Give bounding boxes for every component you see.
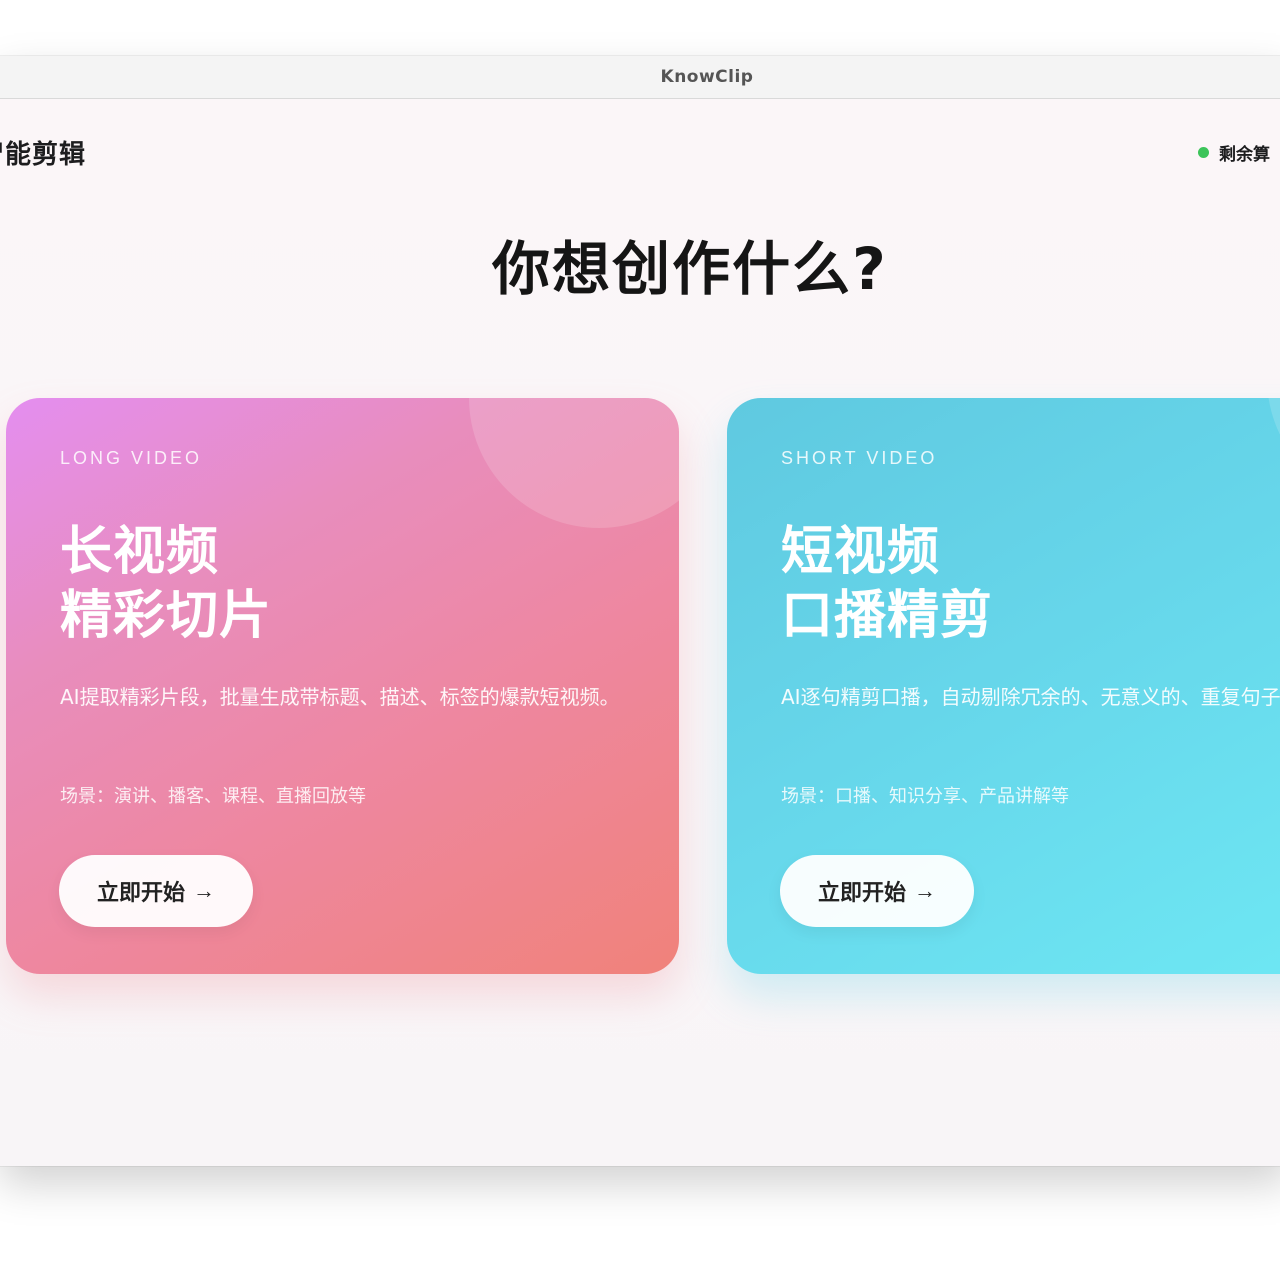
long-video-card[interactable]: LONG VIDEO 长视频 精彩切片 AI提取精彩片段，批量生成带标题、描述、… <box>6 398 679 974</box>
page-headline: 你想创作什么? <box>492 235 888 303</box>
card-title-line: 短视频 <box>781 522 941 582</box>
decorative-circle <box>1267 398 1280 508</box>
app-window: KnowClip 智能剪辑 剩余算 你想创作什么? LONG VIDEO 长视频… <box>0 56 1280 1166</box>
credits-label: 剩余算 <box>1219 145 1270 165</box>
short-video-card[interactable]: SHORT VIDEO 短视频 口播精剪 AI逐句精剪口播，自动剔除冗余的、无意… <box>727 398 1280 974</box>
card-title-line: 精彩切片 <box>60 586 273 646</box>
card-title: 长视频 精彩切片 <box>60 520 272 648</box>
button-label: 立即开始 <box>818 880 907 905</box>
arrow-right-icon: → <box>193 878 216 903</box>
card-eyebrow: LONG VIDEO <box>60 448 203 468</box>
card-scene: 场景：口播、知识分享、产品讲解等 <box>781 786 1069 807</box>
status-dot-icon <box>1198 147 1209 158</box>
brand-title: 智能剪辑 <box>0 140 87 170</box>
window-title: KnowClip <box>660 67 754 87</box>
button-label: 立即开始 <box>97 880 186 905</box>
window-titlebar[interactable]: KnowClip <box>0 56 1280 99</box>
card-title-line: 口播精剪 <box>781 586 994 646</box>
long-video-start-button[interactable]: 立即开始 → <box>59 855 254 927</box>
card-description: AI逐句精剪口播，自动剔除冗余的、无意义的、重复句子。 <box>781 685 1280 709</box>
card-title-line: 长视频 <box>60 522 220 582</box>
card-eyebrow: SHORT VIDEO <box>781 448 938 468</box>
credits-indicator[interactable]: 剩余算 <box>1198 140 1270 165</box>
card-title: 短视频 口播精剪 <box>781 520 993 648</box>
card-description: AI提取精彩片段，批量生成带标题、描述、标签的爆款短视频。 <box>60 685 620 709</box>
arrow-right-icon: → <box>914 878 937 903</box>
short-video-start-button[interactable]: 立即开始 → <box>780 855 975 927</box>
card-scene: 场景：演讲、播客、课程、直播回放等 <box>60 786 366 807</box>
decorative-circle <box>469 398 679 528</box>
